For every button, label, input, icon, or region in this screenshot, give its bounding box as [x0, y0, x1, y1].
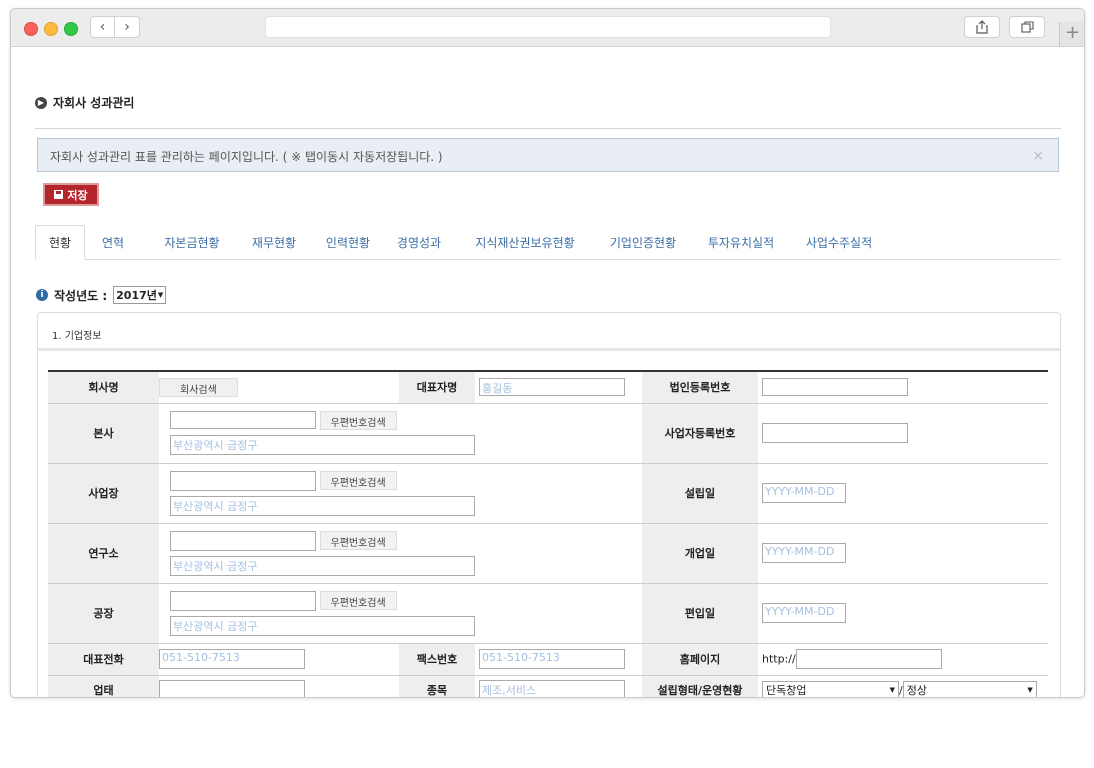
business-type-label: 업태	[48, 675, 159, 697]
tab-certification[interactable]: 기업인증현황	[595, 225, 691, 259]
new-tab-button[interactable]: +	[1059, 22, 1084, 46]
lab-zip-input[interactable]	[170, 530, 316, 551]
year-row: i 작성년도 : 2017년 ▼	[36, 286, 167, 304]
workplace-label: 사업장	[48, 463, 159, 524]
year-select-value: 2017년	[116, 289, 157, 302]
opened-label: 개업일	[642, 523, 758, 584]
info-icon: i	[36, 289, 48, 301]
chevron-circle-icon: ▶	[35, 96, 47, 109]
hq-zip-input[interactable]	[170, 411, 316, 429]
joined-date-input[interactable]: YYYY-MM-DD	[762, 603, 846, 623]
founding-type-value: 단독창업	[766, 684, 807, 697]
factory-label: 공장	[48, 583, 159, 644]
factory-address-input[interactable]: 부산광역시 금정구	[170, 615, 475, 636]
tab-contracts[interactable]: 사업수주실적	[799, 225, 879, 259]
plus-icon: +	[1064, 22, 1081, 43]
hq-address-input[interactable]: 부산광역시 금정구	[170, 435, 475, 455]
info-alert: 자회사 성과관리 표를 관리하는 페이지입니다. ( ※ 탭이동시 자동저장됩니…	[37, 138, 1059, 172]
homepage-label: 홈페이지	[642, 643, 758, 676]
company-search-button[interactable]: 회사검색	[159, 377, 238, 397]
tab-bar: 현황 연혁 자본금현황 재무현황 인력현황 경영성과 지식재산권보유현황 기업인…	[35, 225, 1061, 260]
chevron-left-icon: ‹	[99, 19, 106, 35]
business-type-input[interactable]	[159, 680, 305, 697]
workplace-zip-input[interactable]	[170, 470, 316, 491]
lab-address-input[interactable]: 부산광역시 금정구	[170, 555, 475, 576]
company-info-form: 회사명 회사검색 대표자명 홍길동 법인등록번호 본사 우편번호검색 부산광역시…	[48, 370, 1048, 697]
tab-finance[interactable]: 재무현황	[241, 225, 307, 259]
lab-zip-search-button[interactable]: 우편번호검색	[319, 530, 397, 550]
year-label: 작성년도 :	[54, 288, 108, 303]
homepage-input[interactable]	[795, 649, 942, 669]
back-button[interactable]: ‹	[90, 16, 115, 38]
company-name-label: 회사명	[48, 370, 159, 404]
hq-label: 본사	[48, 403, 159, 464]
save-button-label: 저장	[67, 188, 88, 202]
divider	[35, 128, 1061, 129]
item-label: 종목	[399, 675, 475, 697]
show-tabs-button[interactable]	[1009, 16, 1045, 38]
corp-reg-label: 법인등록번호	[642, 370, 758, 404]
chevron-right-icon: ›	[124, 19, 130, 35]
share-button[interactable]	[964, 16, 1000, 38]
biz-reg-input[interactable]	[762, 423, 908, 443]
page-title-text: 자회사 성과관리	[53, 96, 135, 110]
browser-window: ‹ › + ▶ 자회사 성과관리 자회사 성과관리 표를 관리하는 페이지입니다…	[10, 8, 1085, 698]
close-window-button[interactable]	[24, 22, 38, 36]
tab-personnel[interactable]: 인력현황	[315, 225, 381, 259]
item-input[interactable]: 제조,서비스	[479, 680, 625, 697]
corp-reg-input[interactable]	[762, 378, 908, 397]
opened-date-input[interactable]: YYYY-MM-DD	[762, 543, 846, 563]
factory-zip-input[interactable]	[170, 590, 316, 611]
workplace-zip-search-button[interactable]: 우편번호검색	[319, 470, 397, 490]
tab-history[interactable]: 연혁	[91, 225, 135, 259]
tabs-icon	[1020, 21, 1034, 33]
founding-status-label: 설립형태/운영현황	[642, 675, 758, 697]
chevron-down-icon: ▼	[157, 291, 164, 299]
minimize-window-button[interactable]	[44, 22, 58, 36]
fax-input[interactable]: 051-510-7513	[479, 649, 625, 669]
section-title: 1. 기업정보	[38, 313, 1060, 351]
page-title: ▶ 자회사 성과관리	[35, 94, 134, 111]
tab-ip[interactable]: 지식재산권보유현황	[465, 225, 585, 259]
ceo-input[interactable]: 홍길동	[479, 378, 625, 397]
homepage-prefix: http://	[762, 652, 796, 666]
year-select[interactable]: 2017년 ▼	[113, 286, 167, 304]
founding-type-select[interactable]: 단독창업 ▼	[762, 681, 899, 697]
tab-status[interactable]: 현황	[35, 225, 85, 260]
status-select[interactable]: 정상 ▼	[902, 681, 1037, 697]
phone-input[interactable]: 051-510-7513	[159, 649, 305, 669]
chevron-down-icon: ▼	[889, 686, 895, 694]
ceo-label: 대표자명	[399, 370, 475, 404]
workplace-address-input[interactable]: 부산광역시 금정구	[170, 495, 475, 516]
save-button[interactable]: 저장	[43, 183, 99, 206]
tab-investment[interactable]: 투자유치실적	[701, 225, 781, 259]
page-content: ▶ 자회사 성과관리 자회사 성과관리 표를 관리하는 페이지입니다. ( ※ …	[11, 47, 1084, 697]
browser-titlebar: ‹ › +	[11, 9, 1084, 47]
forward-button[interactable]: ›	[115, 16, 140, 38]
lab-label: 연구소	[48, 523, 159, 584]
tab-performance[interactable]: 경영성과	[391, 225, 447, 259]
status-value: 정상	[906, 684, 927, 697]
biz-reg-label: 사업자등록번호	[642, 403, 758, 464]
tab-capital[interactable]: 자본금현황	[147, 225, 237, 259]
share-icon	[976, 20, 988, 34]
chevron-down-icon: ▼	[1027, 686, 1033, 694]
factory-zip-search-button[interactable]: 우편번호검색	[319, 590, 397, 610]
founded-label: 설립일	[642, 463, 758, 524]
maximize-window-button[interactable]	[64, 22, 78, 36]
joined-label: 편입일	[642, 583, 758, 644]
address-bar[interactable]	[265, 16, 831, 38]
disk-icon	[54, 190, 64, 199]
phone-label: 대표전화	[48, 643, 159, 676]
close-icon[interactable]: ×	[1032, 148, 1044, 164]
founded-date-input[interactable]: YYYY-MM-DD	[762, 483, 846, 503]
hq-zip-search-button[interactable]: 우편번호검색	[319, 411, 397, 430]
info-alert-text: 자회사 성과관리 표를 관리하는 페이지입니다. ( ※ 탭이동시 자동저장됩니…	[50, 150, 443, 164]
fax-label: 팩스번호	[399, 643, 475, 676]
